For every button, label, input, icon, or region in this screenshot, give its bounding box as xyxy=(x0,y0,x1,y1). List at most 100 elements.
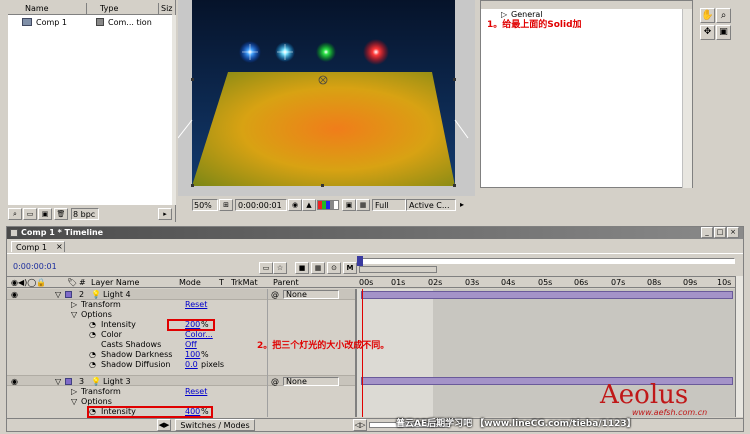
expand-icon[interactable]: ▷ xyxy=(71,301,77,309)
effects-scrollbar[interactable] xyxy=(682,9,692,188)
resolution-dropdown[interactable]: Full xyxy=(372,199,406,211)
timeline-vertical-scrollbar[interactable] xyxy=(735,276,743,417)
prev-icon[interactable]: ◀▶ xyxy=(157,419,171,431)
new-comp-icon[interactable]: ▣ xyxy=(38,208,52,220)
annotation-step2: 2。把三个灯光的大小改成不同。 xyxy=(257,341,390,351)
shy-switch-icon[interactable]: ■ xyxy=(295,262,309,274)
col-size-header[interactable]: Siz xyxy=(161,5,173,13)
layer-outline: ◉ ▽ 2 💡 Light 4 @ None ▷ Transform Reset… xyxy=(7,289,357,418)
layer-name[interactable]: Light 3 xyxy=(103,378,131,386)
general-expander-icon[interactable]: ▷ xyxy=(501,11,507,19)
pickwhip-icon[interactable]: @ xyxy=(271,378,279,386)
snapshot-icon[interactable]: ◉ xyxy=(288,199,302,211)
comp-marker-icon[interactable]: ▭ xyxy=(259,262,273,274)
property-row-shadow-darkness[interactable]: ◔ Shadow Darkness 100 % xyxy=(7,350,357,360)
navigator-start-handle[interactable] xyxy=(357,256,363,266)
general-category[interactable]: General xyxy=(511,11,543,19)
visibility-eye-icon[interactable]: ◉ xyxy=(11,378,18,386)
label-color-icon[interactable] xyxy=(65,378,72,385)
more-arrow-icon[interactable]: ▸ xyxy=(460,201,464,209)
property-row-color[interactable]: ◔ Color Color... xyxy=(7,330,357,340)
time-navigator[interactable] xyxy=(359,258,735,264)
minimize-button[interactable]: _ xyxy=(701,227,713,238)
draft-3d-icon[interactable]: ☆ xyxy=(273,262,287,274)
motion-blur-icon[interactable]: ⊙ xyxy=(327,262,341,274)
layer-name-header[interactable]: Layer Name xyxy=(91,279,139,287)
find-icon[interactable]: ⌕ xyxy=(8,208,22,220)
col-type-header[interactable]: Type xyxy=(100,5,118,13)
watermark-footer: 普云AE后期学习吧 【www.lineCG.com/tieba/1123】 xyxy=(396,419,636,429)
show-snapshot-icon[interactable]: ▲ xyxy=(302,199,316,211)
property-row-transform[interactable]: ▷ Transform Reset xyxy=(7,387,357,397)
zoom-dropdown[interactable]: 50% xyxy=(192,199,218,211)
shadow-diffusion-value[interactable]: 0.0 xyxy=(185,361,198,369)
layer-row-light4[interactable]: ◉ ▽ 2 💡 Light 4 @ None xyxy=(7,289,357,300)
trash-icon[interactable]: 🗑 xyxy=(54,208,68,220)
maximize-button[interactable]: □ xyxy=(714,227,726,238)
trkmat-header[interactable]: TrkMat xyxy=(231,279,258,287)
stopwatch-icon[interactable]: ◔ xyxy=(89,331,96,339)
tab-comp1[interactable]: Comp 1 × xyxy=(11,241,65,252)
parent-dropdown[interactable]: None xyxy=(283,377,339,386)
frame-blend-icon[interactable]: ▦ xyxy=(311,262,325,274)
work-area-bar[interactable] xyxy=(359,266,437,273)
shadow-darkness-value[interactable]: 100 xyxy=(185,351,200,359)
stopwatch-icon[interactable]: ◔ xyxy=(89,321,96,329)
viewer-timecode[interactable]: 0:00:00:01 xyxy=(235,199,287,211)
channels-icon[interactable] xyxy=(317,200,339,210)
collapse-icon[interactable]: ▽ xyxy=(71,311,77,319)
property-row-intensity[interactable]: ◔ Intensity 400 % xyxy=(7,406,357,418)
brainstorm-icon[interactable]: M xyxy=(343,262,357,274)
reset-link[interactable]: Reset xyxy=(185,301,207,309)
current-time-display[interactable]: 0:00:00:01 xyxy=(13,263,57,271)
layer-expand-icon[interactable]: ▽ xyxy=(55,378,61,386)
layer-name[interactable]: Light 4 xyxy=(103,291,131,299)
transparency-grid-icon[interactable]: ▦ xyxy=(356,199,370,211)
folder-icon[interactable]: ▭ xyxy=(23,208,37,220)
tools-palette: ✋ ⌕ ✥ ▣ xyxy=(696,0,750,46)
parent-header[interactable]: Parent xyxy=(273,279,299,287)
camera-view-dropdown[interactable]: Active C... xyxy=(406,199,456,211)
layer-expand-icon[interactable]: ▽ xyxy=(55,291,61,299)
bpc-toggle[interactable]: 8 bpc xyxy=(71,208,99,220)
hand-tool-icon[interactable]: ✋ xyxy=(700,8,715,23)
pan-behind-tool-icon[interactable]: ✥ xyxy=(700,25,715,40)
viewer-canvas[interactable] xyxy=(177,0,475,196)
switches-modes-toggle[interactable]: Switches / Modes xyxy=(175,419,255,431)
t-header[interactable]: T xyxy=(219,279,224,287)
project-scrollbar[interactable] xyxy=(172,15,176,205)
effects-panel: ▷ General 1。给最上面的Solid加 xyxy=(480,0,693,188)
label-color-icon[interactable] xyxy=(65,291,72,298)
camera-tool-icon[interactable]: ▣ xyxy=(716,25,731,40)
light-icon: 💡 xyxy=(91,290,101,299)
property-row-intensity[interactable]: ◔ Intensity 200 % xyxy=(7,319,357,331)
property-row-shadow-diffusion[interactable]: ◔ Shadow Diffusion 0.0 pixels xyxy=(7,360,357,370)
zoom-out-icon[interactable]: ◁▷ xyxy=(353,419,367,431)
annotation-step1: 1。给最上面的Solid加 xyxy=(487,20,582,30)
project-item-comp1[interactable]: Comp 1 Com... tion xyxy=(8,17,172,28)
expand-icon[interactable]: ▷ xyxy=(71,388,77,396)
collapse-icon[interactable]: ▽ xyxy=(71,398,77,406)
region-of-interest-icon[interactable]: ▣ xyxy=(342,199,356,211)
layer-row-light3[interactable]: ◉ ▽ 3 💡 Light 3 @ None xyxy=(7,375,357,386)
time-ruler[interactable]: 00s 01s 02s 03s 04s 05s 06s 07s 08s 09s … xyxy=(357,276,735,288)
casts-shadows-value[interactable]: Off xyxy=(185,341,197,349)
scroll-right-icon[interactable]: ▸ xyxy=(158,208,172,220)
timeline-title-bar[interactable]: Comp 1 * Timeline _ □ × xyxy=(7,227,743,239)
col-name-header[interactable]: Name xyxy=(25,5,49,13)
parent-dropdown[interactable]: None xyxy=(283,290,339,299)
mode-header[interactable]: Mode xyxy=(179,279,201,287)
stopwatch-icon[interactable]: ◔ xyxy=(89,361,96,369)
visibility-eye-icon[interactable]: ◉ xyxy=(11,291,18,299)
zoom-tool-icon[interactable]: ⌕ xyxy=(716,8,731,23)
pickwhip-icon[interactable]: @ xyxy=(271,291,279,299)
current-time-indicator[interactable] xyxy=(362,289,363,417)
color-value[interactable]: Color... xyxy=(185,331,213,339)
close-button[interactable]: × xyxy=(727,227,739,238)
stopwatch-icon[interactable]: ◔ xyxy=(89,351,96,359)
reset-link[interactable]: Reset xyxy=(185,388,207,396)
safe-zones-icon[interactable]: ⊞ xyxy=(219,199,233,211)
property-row-transform[interactable]: ▷ Transform Reset xyxy=(7,300,357,310)
tab-close-icon[interactable]: × xyxy=(56,243,63,251)
layer-bar-light4[interactable] xyxy=(361,291,733,299)
